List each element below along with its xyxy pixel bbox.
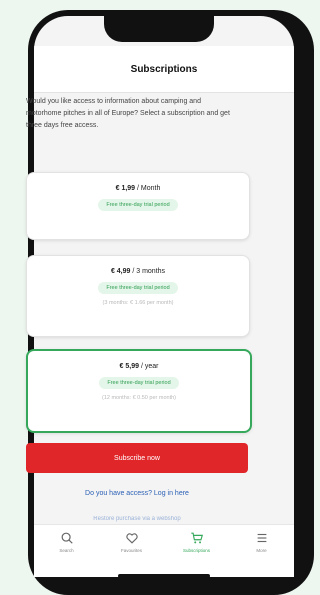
tab-label: Favourites: [120, 548, 142, 553]
heart-icon: [125, 533, 138, 544]
plan-card-yearly[interactable]: € 5,99 / year Free three-day trial perio…: [26, 349, 252, 433]
tab-label: More: [256, 548, 267, 553]
phone-notch: [104, 16, 214, 42]
plan-note: (3 months: € 1.66 per month): [102, 300, 174, 306]
subscribe-button[interactable]: Subscribe now: [26, 443, 248, 473]
trial-badge: Free three-day trial period: [98, 199, 178, 211]
tab-search[interactable]: Search: [43, 531, 91, 577]
tab-subscriptions[interactable]: Subscriptions: [173, 531, 221, 577]
tab-bar: Search Favourites Subscriptions More: [34, 524, 294, 577]
tab-label: Search: [59, 548, 74, 553]
plan-card-quarterly[interactable]: € 4,99 / 3 months Free three-day trial p…: [26, 255, 250, 337]
intro-text: Would you like access to information abo…: [26, 98, 230, 129]
tab-more[interactable]: More: [238, 531, 286, 577]
trial-badge: Free three-day trial period: [99, 377, 179, 389]
trial-badge: Free three-day trial period: [98, 282, 178, 294]
search-icon: [61, 532, 73, 544]
plan-price: € 4,99 / 3 months: [110, 268, 166, 275]
plan-card-monthly[interactable]: € 1,99 / Month Free three-day trial peri…: [26, 172, 250, 240]
tab-favourites[interactable]: Favourites: [108, 531, 156, 577]
home-indicator: [118, 574, 210, 578]
restore-link[interactable]: Restore purchase via a webshop: [26, 516, 248, 522]
cart-icon: [190, 532, 203, 544]
page-title: Subscriptions: [130, 63, 198, 75]
page-header: Subscriptions: [34, 46, 294, 93]
login-link[interactable]: Do you have access? Log in here: [26, 490, 248, 497]
menu-icon: [257, 533, 266, 543]
plan-price: € 1,99 / Month: [115, 185, 161, 192]
plan-price: € 5,99 / year: [119, 363, 159, 370]
tab-label: Subscriptions: [182, 548, 210, 553]
plan-note: (12 months: € 0.50 per month): [102, 395, 176, 401]
